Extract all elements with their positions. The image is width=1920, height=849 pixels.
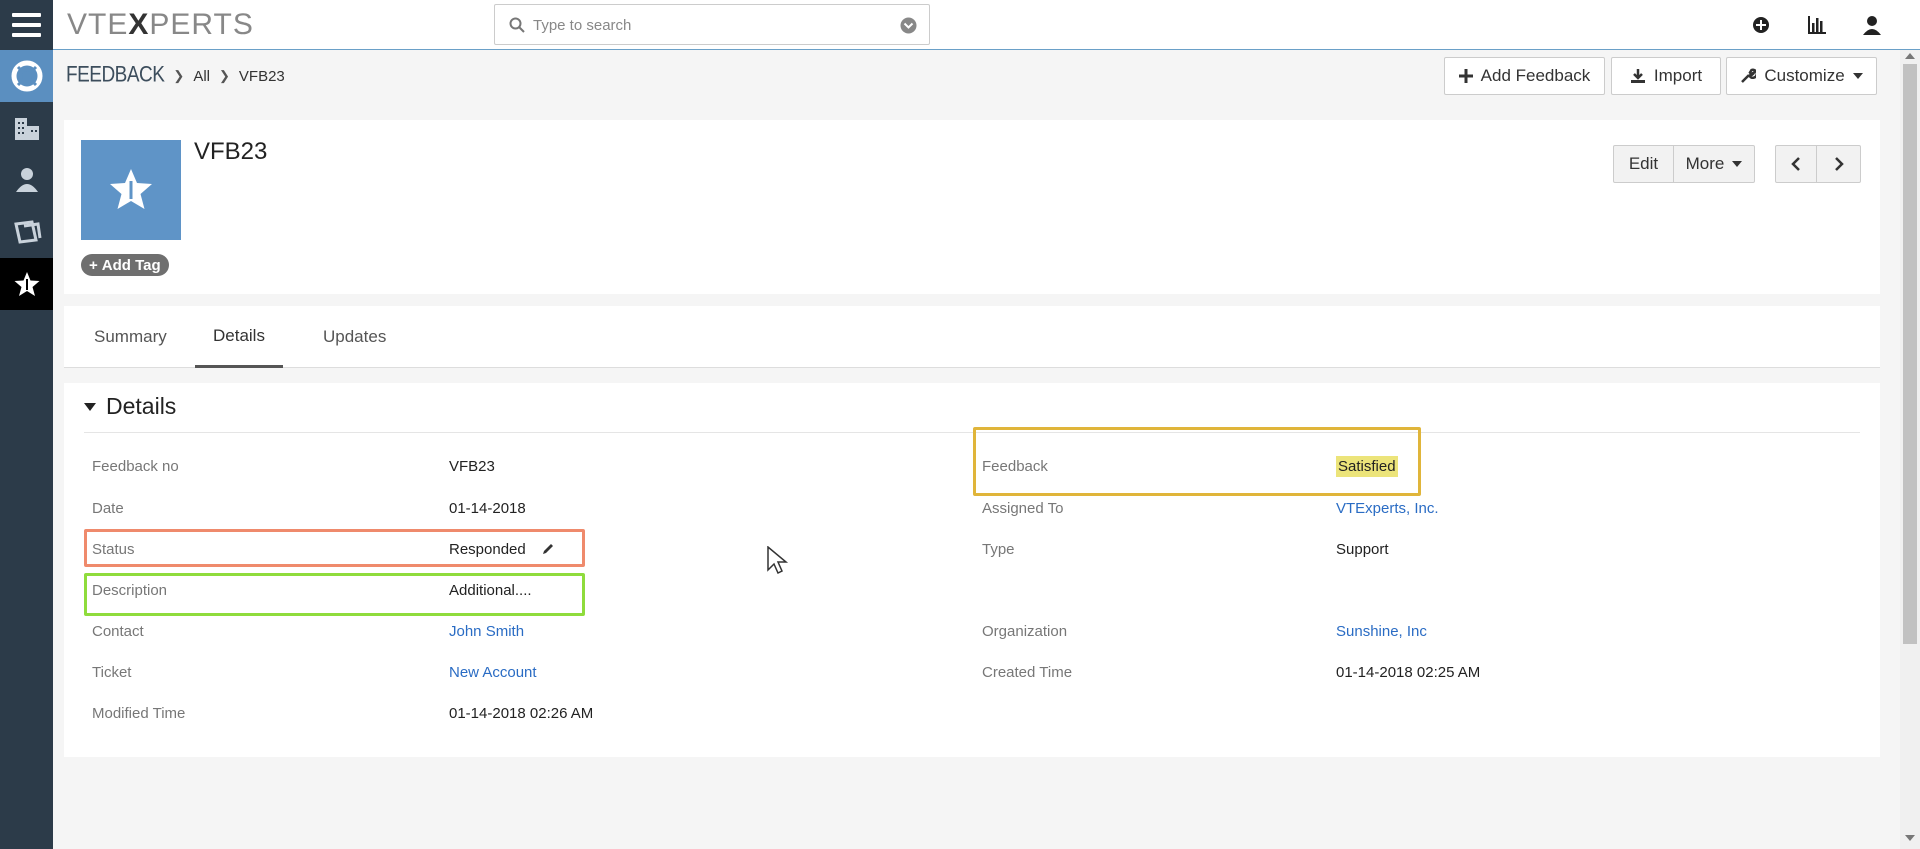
more-button[interactable]: More: [1673, 145, 1755, 183]
mouse-cursor-icon: [767, 546, 789, 575]
caret-down-icon: [1732, 161, 1743, 167]
field-label-contact: Contact: [92, 623, 144, 640]
section-divider: [84, 432, 1860, 433]
next-record-button[interactable]: [1816, 145, 1861, 183]
field-label-organization: Organization: [982, 623, 1068, 640]
sidebar: [0, 50, 53, 849]
import-button[interactable]: Import: [1611, 57, 1721, 95]
field-label-type: Type: [982, 541, 1015, 558]
person-icon: [15, 168, 38, 192]
add-tag-label: Add Tag: [101, 256, 161, 274]
caret-down-icon: [84, 402, 96, 411]
breadcrumb-record: VFB23: [238, 67, 285, 85]
field-value-contact[interactable]: John Smith: [449, 623, 524, 640]
record-title: VFB23: [194, 138, 268, 165]
chevron-right-icon: [1834, 157, 1844, 171]
details-section-title: Details: [106, 393, 177, 419]
top-header: VTEXPERTS: [0, 0, 1920, 50]
ticket-icon: [13, 220, 41, 244]
field-label-assigned-to: Assigned To: [982, 500, 1064, 517]
details-section-toggle[interactable]: Details: [84, 393, 176, 420]
logo-text-pre: VTE: [67, 8, 129, 41]
breadcrumb-filter[interactable]: All: [193, 68, 210, 85]
record-tabs: Summary Details Updates: [64, 306, 1880, 368]
star-icon: [14, 272, 39, 296]
search-icon: [509, 17, 525, 33]
scrollbar-thumb[interactable]: [1903, 64, 1917, 644]
plus-icon: +: [89, 256, 98, 274]
lifebuoy-icon: [11, 60, 42, 92]
record-header: VFB23 + Add Tag: [64, 120, 1880, 294]
field-label-date: Date: [92, 500, 124, 517]
highlight-box-description: [84, 573, 585, 616]
chevron-right-icon: ❯: [173, 68, 185, 83]
breadcrumb: FEEDBACK ❯ All ❯ VFB23: [66, 62, 285, 90]
field-label-feedback-no: Feedback no: [92, 458, 179, 475]
record-avatar: [81, 140, 181, 240]
field-value-date: 01-14-2018: [449, 500, 526, 517]
scroll-down-arrow-icon[interactable]: [1905, 834, 1915, 842]
search-input[interactable]: [531, 14, 871, 36]
building-icon: [14, 118, 39, 140]
scroll-up-arrow-icon[interactable]: [1905, 52, 1915, 60]
global-search: [494, 4, 930, 45]
field-label-modified-time: Modified Time: [92, 705, 186, 722]
edit-button[interactable]: Edit: [1613, 145, 1674, 183]
add-feedback-button[interactable]: Add Feedback: [1444, 57, 1605, 95]
wrench-icon: [1741, 68, 1757, 83]
download-icon: [1630, 69, 1645, 83]
sidebar-item-feedback[interactable]: [0, 258, 53, 310]
highlight-box-status: [84, 529, 585, 567]
tab-details[interactable]: Details: [195, 306, 283, 368]
field-label-ticket: Ticket: [92, 664, 132, 681]
sidebar-item-contacts[interactable]: [0, 154, 53, 206]
chevron-left-icon: [1791, 157, 1800, 171]
logo-text-x: X: [128, 8, 150, 41]
sidebar-item-support[interactable]: [0, 50, 53, 102]
field-value-organization[interactable]: Sunshine, Inc: [1336, 623, 1427, 640]
chevron-right-icon: ❯: [219, 68, 230, 83]
field-value-created-time: 01-14-2018 02:25 AM: [1336, 664, 1481, 681]
star-icon: [110, 169, 152, 209]
user-icon[interactable]: [1861, 14, 1883, 36]
chevron-down-circle-icon[interactable]: [900, 17, 917, 34]
caret-down-icon: [1852, 73, 1863, 79]
logo[interactable]: VTEXPERTS: [67, 8, 254, 42]
menu-icon[interactable]: [0, 0, 53, 50]
customize-button[interactable]: Customize: [1726, 57, 1877, 95]
tab-summary[interactable]: Summary: [76, 306, 185, 368]
previous-record-button[interactable]: [1775, 145, 1817, 183]
field-label-created-time: Created Time: [982, 664, 1073, 681]
more-label: More: [1685, 154, 1725, 173]
sidebar-item-organizations[interactable]: [0, 102, 53, 154]
plus-circle-icon[interactable]: [1750, 14, 1772, 36]
add-tag-button[interactable]: + Add Tag: [81, 254, 169, 276]
sidebar-item-tickets[interactable]: [0, 206, 53, 258]
import-label: Import: [1653, 66, 1703, 85]
add-feedback-label: Add Feedback: [1480, 66, 1591, 85]
logo-text-post: PERTS: [149, 8, 254, 41]
customize-label: Customize: [1764, 66, 1845, 85]
field-value-assigned-to[interactable]: VTExperts, Inc.: [1336, 500, 1439, 517]
field-value-modified-time: 01-14-2018 02:26 AM: [449, 705, 594, 722]
edit-label: Edit: [1628, 154, 1659, 173]
field-value-type: Support: [1336, 541, 1389, 558]
field-value-ticket[interactable]: New Account: [449, 664, 537, 681]
plus-icon: [1458, 69, 1473, 83]
details-block: Details Feedback no VFB23 Date 01-14-201…: [64, 383, 1880, 757]
bar-chart-icon[interactable]: [1806, 14, 1828, 36]
field-value-feedback-no: VFB23: [449, 458, 495, 475]
breadcrumb-module[interactable]: FEEDBACK: [66, 63, 165, 88]
tab-updates[interactable]: Updates: [305, 306, 404, 368]
highlight-box-feedback: [973, 427, 1421, 496]
